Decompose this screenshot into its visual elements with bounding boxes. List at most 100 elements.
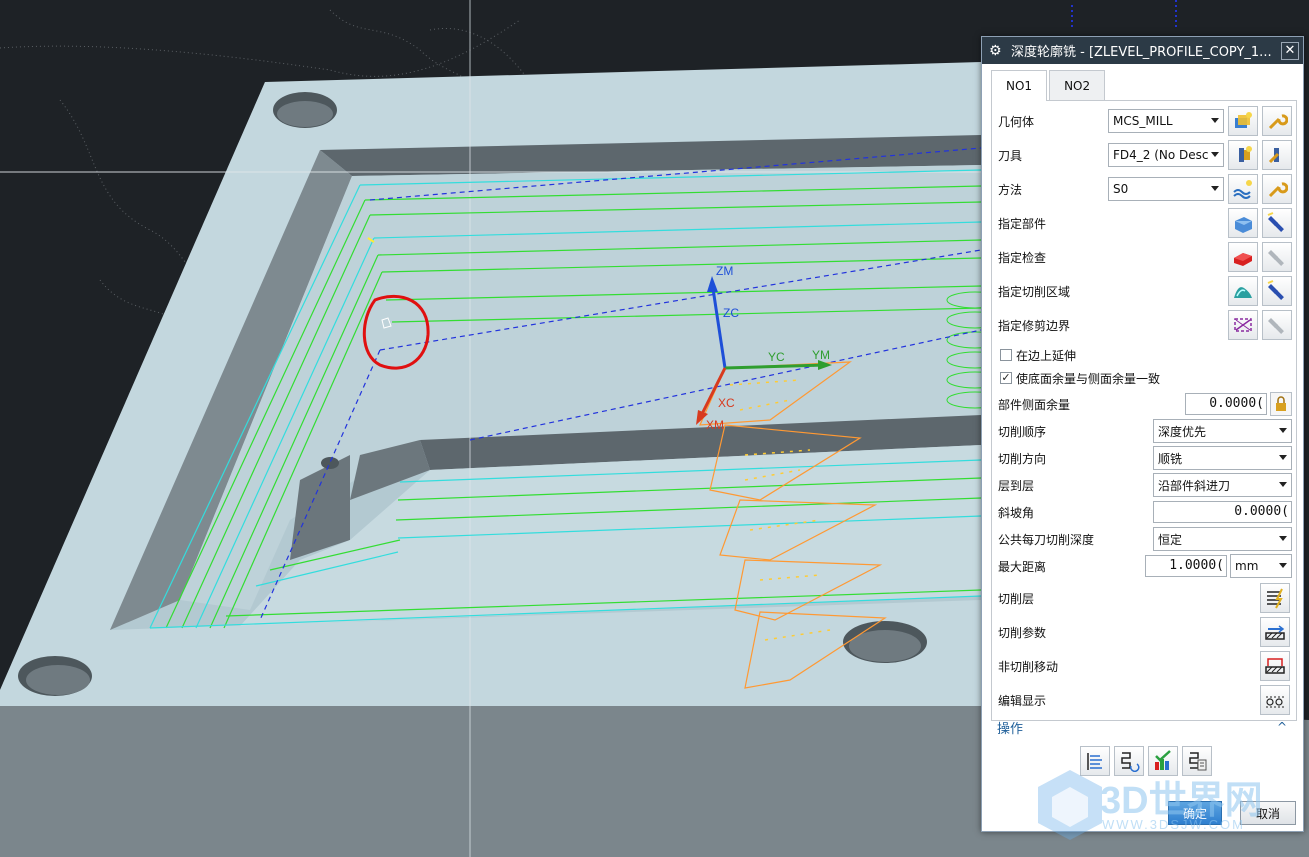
dialog-title-bar[interactable]: ⚙ 深度轮廓铣 - [ZLEVEL_PROFILE_COPY_1... ✕ [982, 37, 1303, 64]
lock-icon [1276, 396, 1286, 411]
tab-strip: NO1 NO2 [991, 70, 1297, 101]
common-depth-select[interactable]: 恒定 [1153, 527, 1292, 551]
trim-boundary-icon [1234, 318, 1252, 332]
cut-order-label: 切削顺序 [998, 424, 1047, 439]
cut-direction-select[interactable]: 顺铣 [1153, 446, 1292, 470]
generate-button[interactable] [1080, 746, 1110, 776]
flashlight-icon [1267, 212, 1284, 232]
cutting-params-row: 切削参数 [998, 617, 1292, 647]
specify-cut-area-button[interactable] [1228, 276, 1258, 306]
edit-display-button[interactable] [1260, 685, 1290, 715]
flashlight-icon [1268, 250, 1284, 266]
new-geometry-button[interactable] [1228, 106, 1258, 136]
extend-edge-label: 在边上延伸 [1016, 348, 1077, 363]
cut-levels-label: 切削层 [998, 591, 1035, 606]
specify-check-button[interactable] [1228, 242, 1258, 272]
check-geometry-icon [1234, 253, 1252, 266]
display-check-button[interactable] [1262, 242, 1292, 272]
wrench-icon [1268, 114, 1288, 130]
wrench-icon [1268, 182, 1288, 198]
level-to-level-value: 沿部件斜进刀 [1158, 478, 1231, 493]
cut-direction-value: 顺铣 [1158, 451, 1183, 466]
geometry-select[interactable]: MCS_MILL [1108, 109, 1224, 133]
specify-check-label: 指定检查 [998, 250, 1047, 265]
cut-order-select[interactable]: 深度优先 [1153, 419, 1292, 443]
ym-axis-label: YM [812, 348, 830, 362]
xc-axis-label: XC [718, 396, 735, 410]
lock-button[interactable] [1270, 392, 1292, 416]
floor-same-as-wall-row: 使底面余量与侧面余量一致 [1016, 368, 1292, 388]
edit-tool-button[interactable] [1262, 140, 1292, 170]
new-tool-icon [1239, 146, 1252, 162]
chevron-down-icon [1211, 186, 1219, 191]
cutting-params-button[interactable] [1260, 617, 1290, 647]
extend-edge-checkbox[interactable] [1000, 349, 1012, 361]
common-depth-label: 公共每刀切削深度 [998, 532, 1095, 547]
max-distance-unit: mm [1235, 559, 1259, 573]
ramp-angle-label: 斜坡角 [998, 505, 1035, 520]
specify-trim-button[interactable] [1228, 310, 1258, 340]
close-button[interactable]: ✕ [1281, 41, 1299, 60]
display-trim-button[interactable] [1262, 310, 1292, 340]
geometry-value: MCS_MILL [1113, 114, 1173, 128]
edit-display-row: 编辑显示 [998, 685, 1292, 715]
yc-axis-label: YC [768, 350, 785, 364]
max-distance-unit-select[interactable]: mm [1230, 554, 1292, 578]
floor-same-as-wall-checkbox[interactable]: ✓ [1000, 372, 1012, 384]
tool-label: 刀具 [998, 148, 1023, 163]
non-cutting-moves-label: 非切削移动 [998, 659, 1059, 674]
flashlight-icon [1267, 280, 1284, 300]
geometry-label: 几何体 [998, 114, 1035, 129]
chevron-down-icon [1279, 455, 1287, 460]
cut-levels-button[interactable] [1260, 583, 1290, 613]
display-cut-area-button[interactable] [1262, 276, 1292, 306]
max-distance-input[interactable]: 1.0000( [1145, 555, 1227, 577]
ok-button[interactable]: 确定 [1168, 801, 1222, 825]
method-select[interactable]: S0 [1108, 177, 1224, 201]
cutting-params-icon [1265, 625, 1285, 640]
tab-no1[interactable]: NO1 [991, 70, 1048, 101]
extend-edge-row: 在边上延伸 [1016, 345, 1292, 365]
list-button[interactable] [1182, 746, 1212, 776]
chevron-down-icon [1279, 563, 1287, 568]
floor-same-as-wall-label: 使底面余量与侧面余量一致 [1016, 371, 1161, 386]
new-method-icon [1233, 180, 1252, 199]
common-depth-value: 恒定 [1158, 532, 1183, 547]
specify-part-button[interactable] [1228, 208, 1258, 238]
level-to-level-select[interactable]: 沿部件斜进刀 [1153, 473, 1292, 497]
specify-part-label: 指定部件 [998, 216, 1047, 231]
specify-trim-label: 指定修剪边界 [998, 318, 1071, 333]
chevron-down-icon [1279, 536, 1287, 541]
edit-method-button[interactable] [1262, 174, 1292, 204]
cut-levels-icon [1267, 588, 1283, 609]
chevron-down-icon [1211, 152, 1219, 157]
chevron-down-icon [1279, 482, 1287, 487]
chevron-down-icon [1211, 118, 1219, 123]
display-part-button[interactable] [1262, 208, 1292, 238]
dialog-body: NO1 NO2 几何体 MCS_MILL 刀具 FD4_2 (No Desc 方… [991, 70, 1297, 786]
ramp-angle-input[interactable]: 0.0000( [1153, 501, 1292, 523]
replay-button[interactable] [1114, 746, 1144, 776]
new-method-button[interactable] [1228, 174, 1258, 204]
non-cutting-moves-row: 非切削移动 [998, 651, 1292, 681]
non-cutting-moves-button[interactable] [1260, 651, 1290, 681]
dialog-title: 深度轮廓铣 - [ZLEVEL_PROFILE_COPY_1... [1011, 45, 1272, 60]
chevron-down-icon [1279, 428, 1287, 433]
actions-section-header[interactable]: 操作 [997, 718, 1023, 737]
zlevel-profile-dialog: ⚙ 深度轮廓铣 - [ZLEVEL_PROFILE_COPY_1... ✕ NO… [981, 36, 1304, 832]
cancel-button[interactable]: 取消 [1240, 801, 1296, 825]
edit-geometry-button[interactable] [1262, 106, 1292, 136]
new-tool-button[interactable] [1228, 140, 1258, 170]
tool-select[interactable]: FD4_2 (No Desc [1108, 143, 1224, 167]
level-to-level-label: 层到层 [998, 478, 1035, 493]
tab-no2[interactable]: NO2 [1049, 70, 1106, 100]
chevron-up-icon[interactable]: ^ [1277, 720, 1287, 734]
verify-button[interactable] [1148, 746, 1178, 776]
specify-cut-area-label: 指定切削区域 [998, 284, 1071, 299]
zm-axis-label: ZM [716, 264, 734, 278]
xm-axis-label: XM [706, 418, 724, 432]
method-label: 方法 [998, 182, 1023, 197]
part-wall-stock-input[interactable]: 0.0000( [1185, 393, 1267, 415]
gear-icon: ⚙ [989, 42, 1002, 59]
edit-display-label: 编辑显示 [998, 693, 1047, 708]
